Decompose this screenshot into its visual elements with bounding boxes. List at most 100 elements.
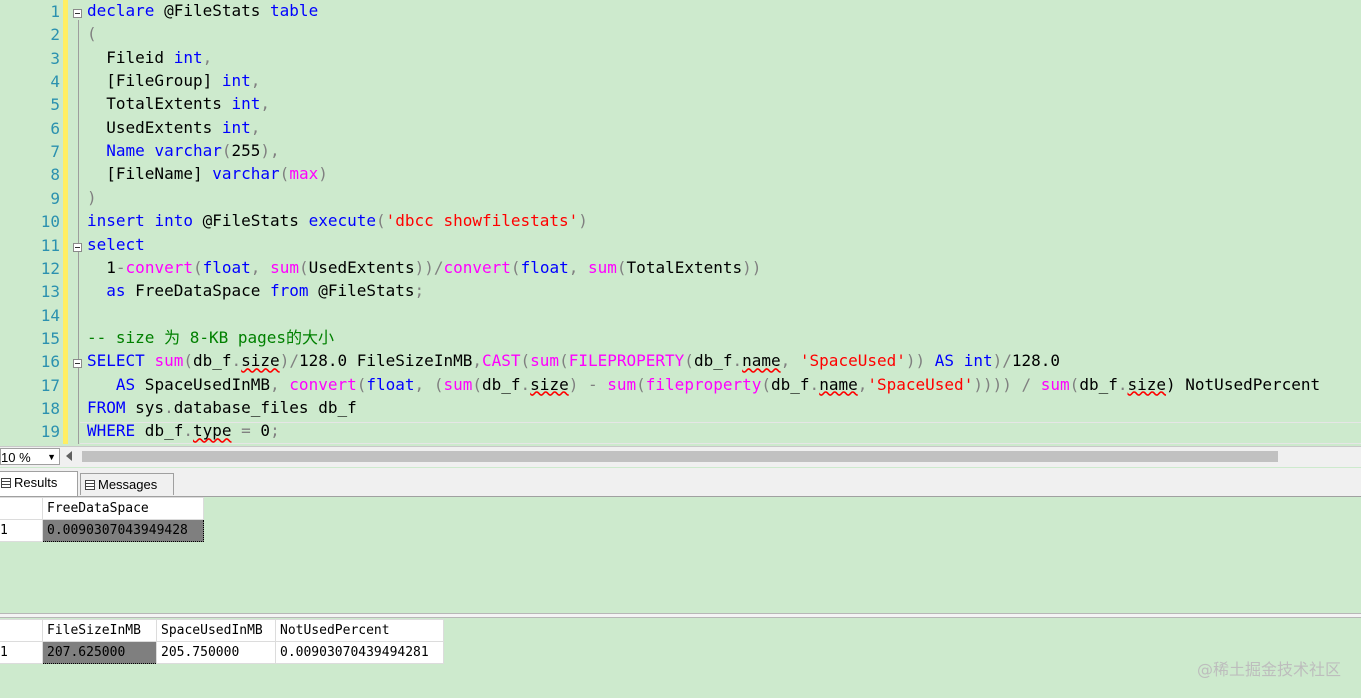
chevron-down-icon: ▼ [47, 452, 56, 462]
code-token: db_f [192, 351, 232, 371]
scroll-left-icon[interactable] [66, 451, 72, 461]
results-splitter[interactable] [0, 613, 1361, 618]
code-token: UsedExtents [308, 257, 415, 277]
code-token: int [963, 351, 993, 371]
line-number: 19 [40, 422, 60, 442]
code-token: type [192, 421, 232, 441]
code-line: declare @FileStats table [87, 0, 318, 22]
code-token: float [366, 374, 415, 394]
line-number: 6 [50, 118, 60, 138]
tab-messages[interactable]: Messages [80, 473, 174, 495]
line-number: 18 [40, 398, 60, 418]
line-number: 11 [40, 235, 60, 255]
grid-cell[interactable]: 0.0090307043949428 [42, 519, 204, 542]
code-line: TotalExtents int, [87, 93, 270, 115]
results-tab-bar: Results Messages [0, 468, 1361, 497]
code-line: select [87, 234, 145, 256]
code-token: ) [87, 187, 97, 207]
code-token: into [154, 211, 193, 231]
result-grid-1[interactable]: FreeDataSpace 1 0.0090307043949428 [0, 497, 204, 542]
column-header[interactable]: NotUsedPercent [275, 619, 444, 642]
result-grid-2[interactable]: FileSizeInMB SpaceUsedInMB NotUsedPercen… [0, 619, 444, 664]
collapse-icon[interactable] [73, 359, 82, 369]
collapse-icon[interactable] [73, 9, 82, 18]
code-token: float [520, 257, 569, 277]
horizontal-scrollbar-thumb[interactable] [82, 451, 1278, 462]
code-token: , [260, 94, 271, 114]
code-token: . [164, 397, 174, 417]
code-token: AS [115, 374, 136, 394]
code-token: ) [318, 164, 328, 184]
code-token: size [530, 374, 569, 394]
code-token: , [472, 351, 482, 371]
code-token: 128.0 [1011, 351, 1061, 371]
code-token: ( [298, 257, 309, 277]
code-token: ( [192, 257, 203, 277]
tab-results[interactable]: Results [0, 471, 78, 496]
code-token: db_f [135, 421, 184, 441]
code-line: AS SpaceUsedInMB, convert(float, (sum(db… [87, 374, 1320, 396]
code-token: convert [125, 257, 193, 277]
grid-icon [1, 478, 11, 488]
table-row[interactable]: 1 207.625000 205.750000 0.00903070439494… [0, 641, 444, 664]
code-token: select [87, 234, 145, 254]
code-line: [FileGroup] int, [87, 70, 260, 92]
code-line: UsedExtents int, [87, 117, 260, 139]
code-token: . [732, 351, 743, 371]
grid-cell[interactable]: 0.00903070439494281 [275, 641, 444, 664]
code-line: [FileName] varchar(max) [87, 163, 328, 185]
code-token: table [270, 1, 319, 20]
line-number: 10 [40, 212, 60, 232]
grid-header-row: FileSizeInMB SpaceUsedInMB NotUsedPercen… [0, 619, 444, 642]
column-header[interactable]: SpaceUsedInMB [156, 619, 276, 642]
code-token: FROM [87, 397, 126, 417]
code-token: TotalExtents [626, 257, 743, 277]
grid-cell[interactable]: 205.750000 [156, 641, 276, 664]
code-line: -- size 为 8-KB pages的大小 [87, 327, 334, 349]
column-header[interactable]: FileSizeInMB [42, 619, 157, 642]
line-number: 5 [50, 95, 60, 115]
code-token: ( [376, 211, 386, 231]
code-token: from [270, 281, 309, 301]
code-token: 1 [87, 257, 116, 277]
line-number: 15 [40, 328, 60, 348]
sql-editor[interactable]: 1 2 3 4 5 6 7 8 9 10 11 12 13 14 15 16 17 18 19 declare @F… [0, 0, 1361, 444]
messages-icon [85, 480, 95, 490]
code-token: )/ [279, 351, 299, 371]
code-token: . [183, 421, 193, 441]
code-token: SpaceUsedInMB [135, 374, 271, 394]
code-token: SELECT [87, 351, 145, 371]
code-token: sum [607, 374, 637, 394]
line-number: 8 [50, 165, 60, 185]
tab-messages-label: Messages [98, 477, 158, 492]
row-number[interactable]: 1 [0, 519, 43, 542]
code-token: ( [761, 374, 772, 394]
code-token: ; [270, 421, 280, 441]
grid-cell[interactable]: 207.625000 [42, 641, 157, 664]
code-line: Name varchar(255), [87, 140, 280, 162]
code-token: sum [588, 257, 617, 277]
code-token: ; [414, 281, 425, 301]
column-header[interactable]: FreeDataSpace [42, 497, 204, 520]
code-token: Fileid [87, 47, 174, 67]
code-token: )) [742, 257, 762, 277]
code-token: sum [443, 374, 473, 394]
code-token: ), [260, 141, 280, 161]
zoom-dropdown[interactable]: 10 % ▼ [0, 448, 60, 465]
code-token: insert [87, 211, 145, 231]
code-token: , [270, 374, 290, 394]
code-token: as [106, 281, 126, 301]
code-token: , [857, 374, 868, 394]
code-token: , [202, 47, 213, 67]
code-token: float [202, 257, 251, 277]
collapse-icon[interactable] [73, 242, 82, 252]
code-token: sum [1040, 374, 1070, 394]
code-token: )) [905, 351, 935, 371]
table-row[interactable]: 1 0.0090307043949428 [0, 519, 204, 542]
code-token: database_files db_f [173, 397, 357, 417]
zoom-value: 10 % [1, 450, 31, 465]
row-number[interactable]: 1 [0, 641, 43, 664]
